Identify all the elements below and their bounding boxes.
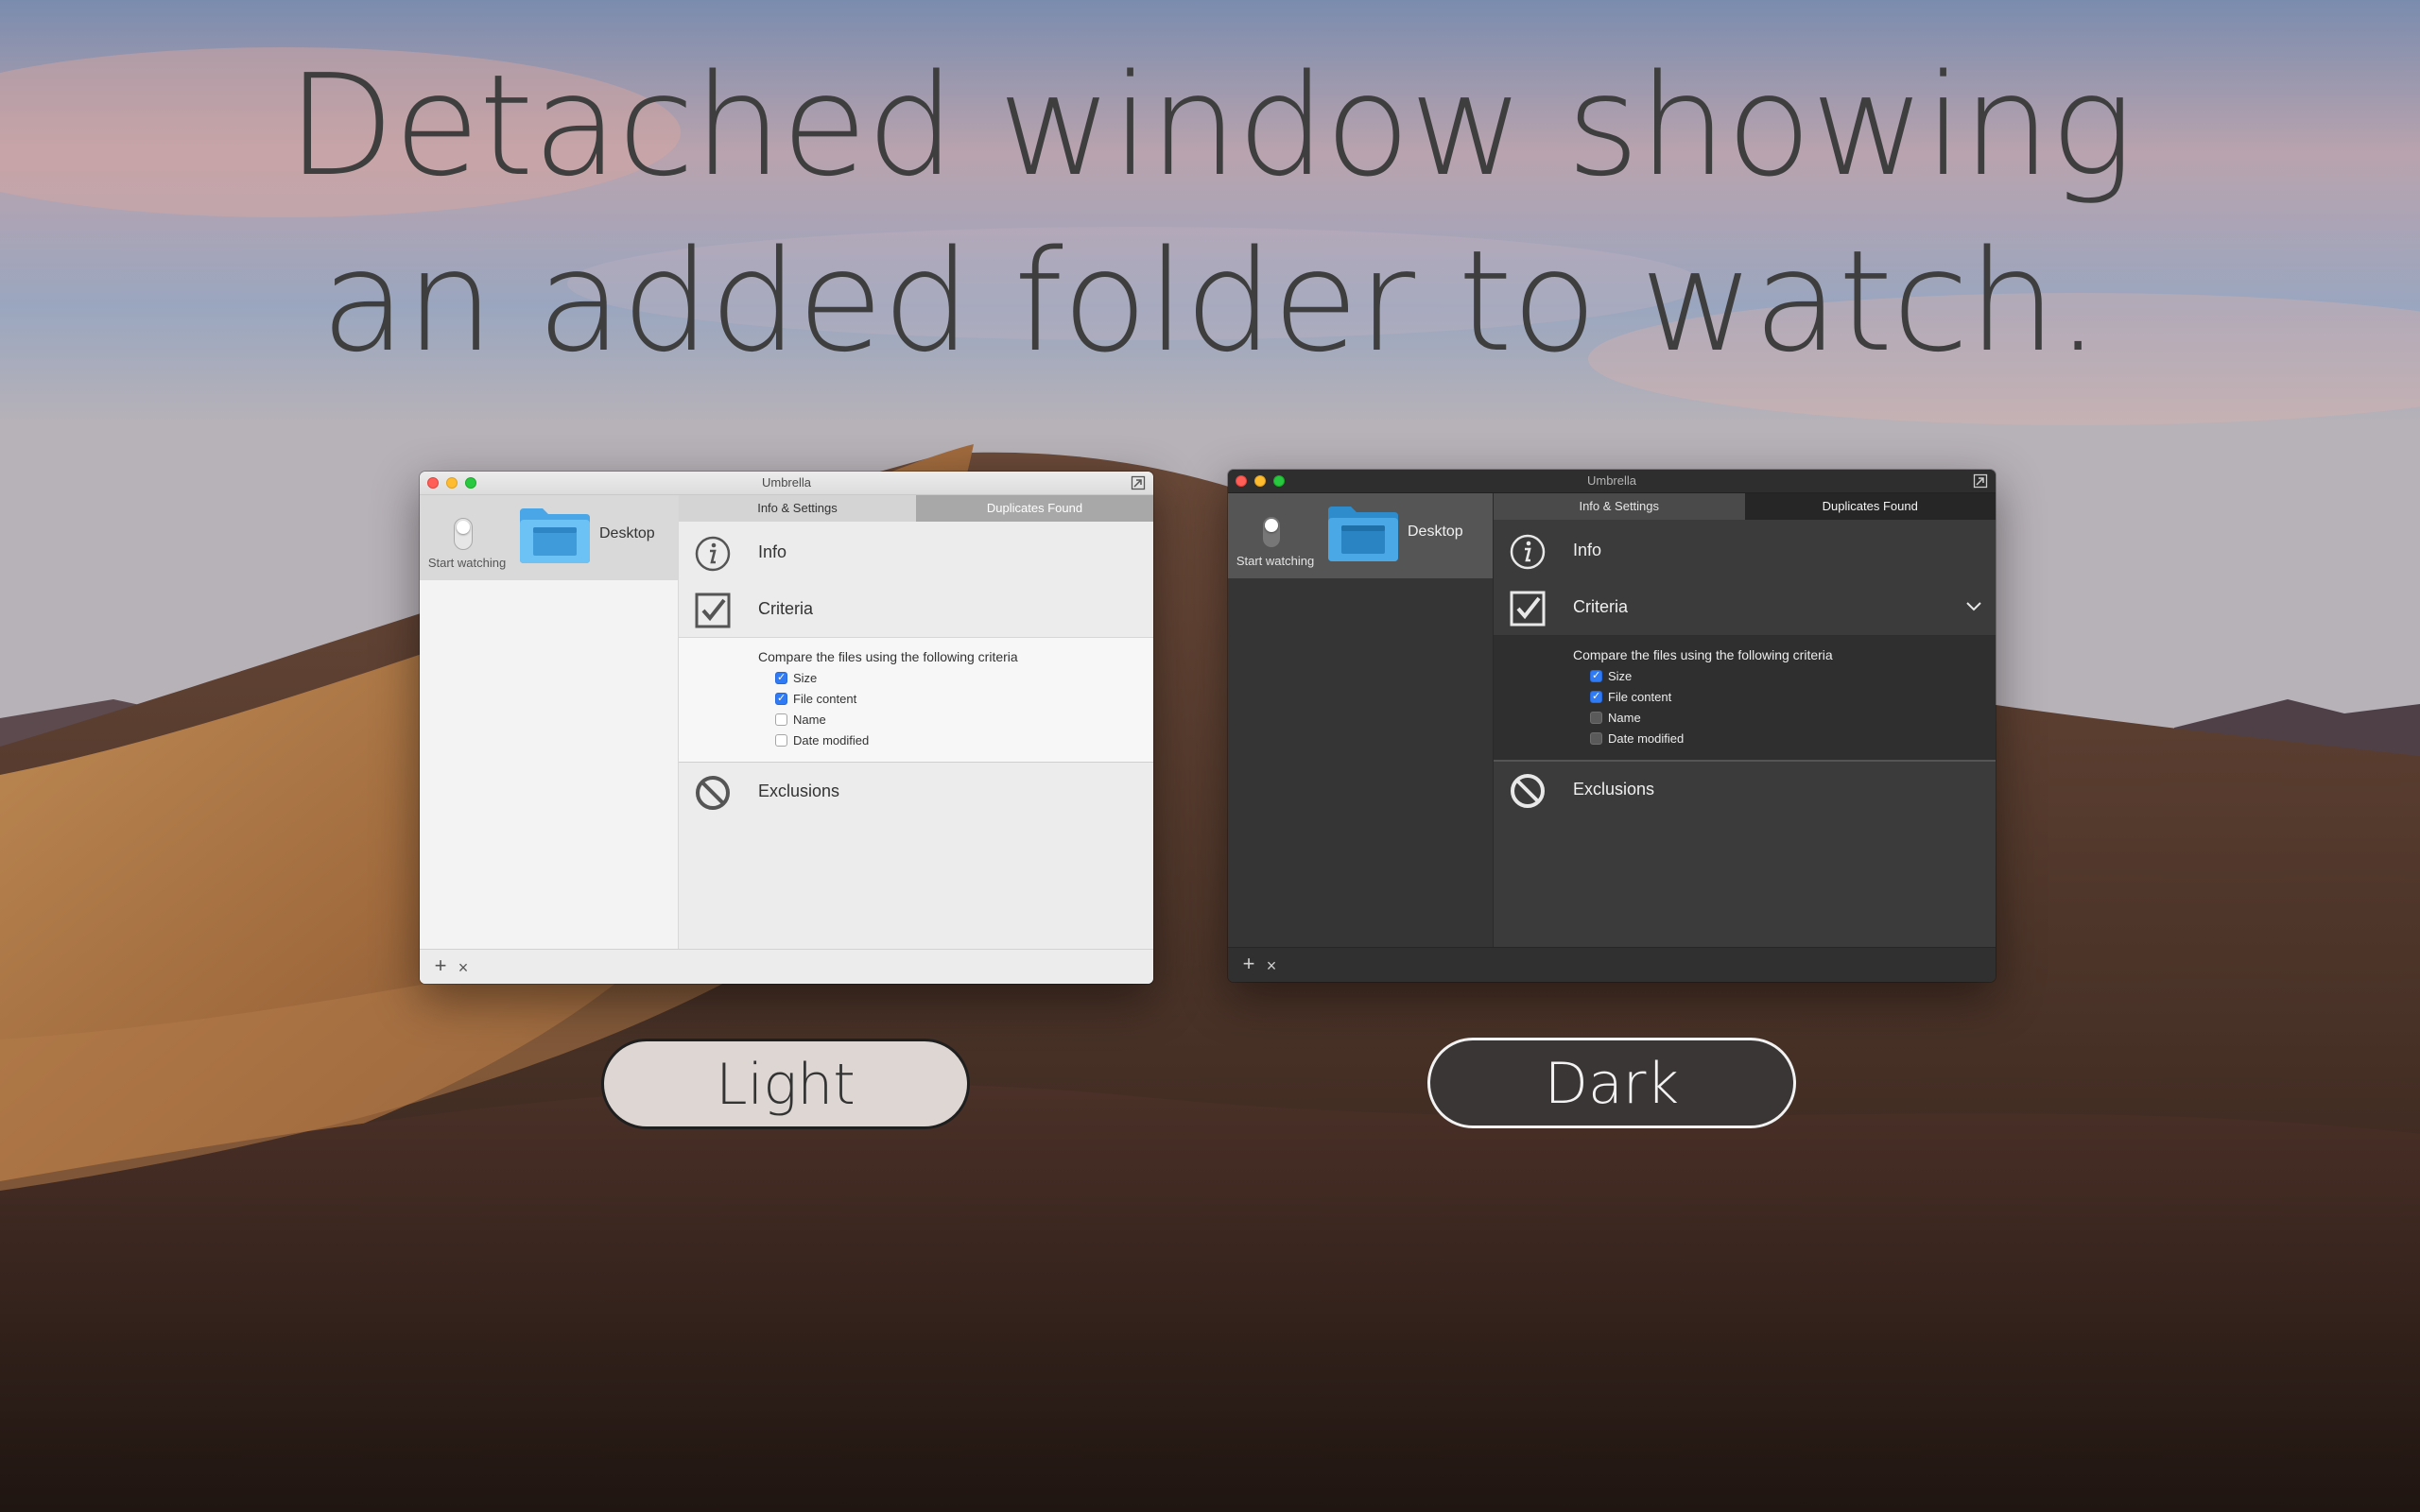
criteria-option-file-content[interactable]: File content bbox=[775, 690, 856, 707]
headline-line-2: an added folder to watch. bbox=[320, 220, 2100, 383]
criteria-option-name[interactable]: Name bbox=[1590, 709, 1641, 726]
start-watching-toggle[interactable] bbox=[1262, 516, 1281, 548]
exclusions-section-header[interactable]: Exclusions bbox=[1494, 761, 1996, 817]
dark-theme-label: Dark bbox=[1427, 1038, 1796, 1128]
detach-window-icon[interactable] bbox=[1131, 475, 1146, 490]
file-content-checkbox[interactable] bbox=[1590, 690, 1602, 703]
exclusions-section-header[interactable]: Exclusions bbox=[679, 763, 1153, 819]
date-modified-option-label: Date modified bbox=[793, 732, 870, 747]
criteria-section-header[interactable]: Criteria bbox=[1494, 578, 1996, 636]
add-folder-button[interactable]: + bbox=[1239, 954, 1258, 974]
folder-name: Desktop bbox=[599, 525, 655, 541]
size-checkbox[interactable] bbox=[1590, 669, 1602, 682]
settings-panel: Info & Settings Duplicates Found Info Cr… bbox=[679, 495, 1153, 950]
info-section-header[interactable]: Info bbox=[679, 524, 1153, 580]
detach-window-icon[interactable] bbox=[1973, 473, 1988, 489]
date-modified-option-label: Date modified bbox=[1608, 730, 1685, 746]
umbrella-window-light: Umbrella Start watching Desktop Info & S… bbox=[420, 472, 1153, 984]
criteria-label: Criteria bbox=[758, 599, 814, 618]
criteria-option-file-content[interactable]: File content bbox=[1590, 688, 1671, 705]
tab-duplicates-found[interactable]: Duplicates Found bbox=[1744, 493, 1996, 520]
name-option-label: Name bbox=[1608, 710, 1641, 725]
prohibited-icon bbox=[1511, 774, 1545, 808]
criteria-option-size[interactable]: Size bbox=[1590, 667, 1632, 684]
criteria-options-panel: Compare the files using the following cr… bbox=[679, 638, 1153, 763]
watched-folder-row[interactable]: Start watching Desktop bbox=[1228, 493, 1493, 578]
file-content-option-label: File content bbox=[793, 691, 857, 706]
headline-line-1: Detached window showing bbox=[286, 44, 2135, 207]
folder-icon bbox=[1328, 507, 1398, 561]
folder-name: Desktop bbox=[1408, 524, 1463, 540]
start-watching-label: Start watching bbox=[427, 556, 507, 570]
umbrella-window-dark: Umbrella Start watching Desktop Info & S… bbox=[1228, 470, 1996, 982]
settings-panel: Info & Settings Duplicates Found Info Cr… bbox=[1494, 493, 1996, 948]
start-watching-label: Start watching bbox=[1236, 554, 1315, 568]
add-folder-button[interactable]: + bbox=[431, 955, 450, 976]
bottom-toolbar: + × bbox=[420, 949, 1153, 984]
criteria-section-header[interactable]: Criteria bbox=[679, 580, 1153, 638]
checkmark-box-icon bbox=[1510, 591, 1546, 627]
title-bar[interactable]: Umbrella bbox=[420, 472, 1153, 495]
chevron-down-icon[interactable] bbox=[1965, 601, 1982, 612]
file-content-checkbox[interactable] bbox=[775, 692, 787, 705]
date-modified-checkbox[interactable] bbox=[775, 733, 787, 747]
remove-folder-button[interactable]: × bbox=[454, 957, 473, 978]
name-option-label: Name bbox=[793, 712, 826, 727]
date-modified-checkbox[interactable] bbox=[1590, 731, 1602, 745]
start-watching-toggle[interactable] bbox=[454, 518, 473, 550]
checkmark-box-icon bbox=[695, 593, 731, 628]
info-label: Info bbox=[758, 542, 787, 561]
criteria-options-panel: Compare the files using the following cr… bbox=[1494, 636, 1996, 762]
criteria-option-size[interactable]: Size bbox=[775, 669, 817, 686]
tab-duplicates-found[interactable]: Duplicates Found bbox=[916, 495, 1153, 522]
info-circle-icon bbox=[695, 536, 731, 572]
watched-folders-sidebar: Start watching Desktop bbox=[420, 495, 679, 950]
file-content-option-label: File content bbox=[1608, 689, 1672, 704]
size-option-label: Size bbox=[1608, 668, 1633, 683]
watched-folder-row[interactable]: Start watching Desktop bbox=[420, 495, 678, 580]
info-circle-icon bbox=[1510, 534, 1546, 570]
tab-info-settings[interactable]: Info & Settings bbox=[1494, 493, 1745, 520]
tab-bar: Info & Settings Duplicates Found bbox=[679, 495, 1153, 522]
criteria-option-date-modified[interactable]: Date modified bbox=[775, 731, 869, 748]
name-checkbox[interactable] bbox=[775, 713, 787, 726]
name-checkbox[interactable] bbox=[1590, 711, 1602, 724]
info-section-header[interactable]: Info bbox=[1494, 522, 1996, 578]
criteria-heading: Compare the files using the following cr… bbox=[1573, 647, 1833, 662]
folder-icon bbox=[520, 508, 590, 563]
headline: Detached window showing an added folder … bbox=[0, 38, 2420, 389]
criteria-option-name[interactable]: Name bbox=[775, 711, 826, 728]
info-label: Info bbox=[1573, 541, 1602, 559]
tab-bar: Info & Settings Duplicates Found bbox=[1494, 493, 1996, 520]
title-bar[interactable]: Umbrella bbox=[1228, 470, 1996, 493]
tab-info-settings[interactable]: Info & Settings bbox=[679, 495, 916, 522]
remove-folder-button[interactable]: × bbox=[1262, 955, 1281, 976]
criteria-label: Criteria bbox=[1573, 597, 1629, 616]
exclusions-label: Exclusions bbox=[758, 782, 840, 800]
bottom-toolbar: + × bbox=[1228, 947, 1996, 982]
window-title: Umbrella bbox=[761, 475, 811, 490]
window-title: Umbrella bbox=[1586, 473, 1636, 488]
size-checkbox[interactable] bbox=[775, 671, 787, 684]
light-theme-label: Light bbox=[601, 1039, 970, 1129]
size-option-label: Size bbox=[793, 670, 818, 685]
exclusions-label: Exclusions bbox=[1573, 780, 1655, 799]
prohibited-icon bbox=[696, 776, 730, 810]
watched-folders-sidebar: Start watching Desktop bbox=[1228, 493, 1494, 948]
criteria-heading: Compare the files using the following cr… bbox=[758, 649, 1018, 664]
criteria-option-date-modified[interactable]: Date modified bbox=[1590, 730, 1684, 747]
